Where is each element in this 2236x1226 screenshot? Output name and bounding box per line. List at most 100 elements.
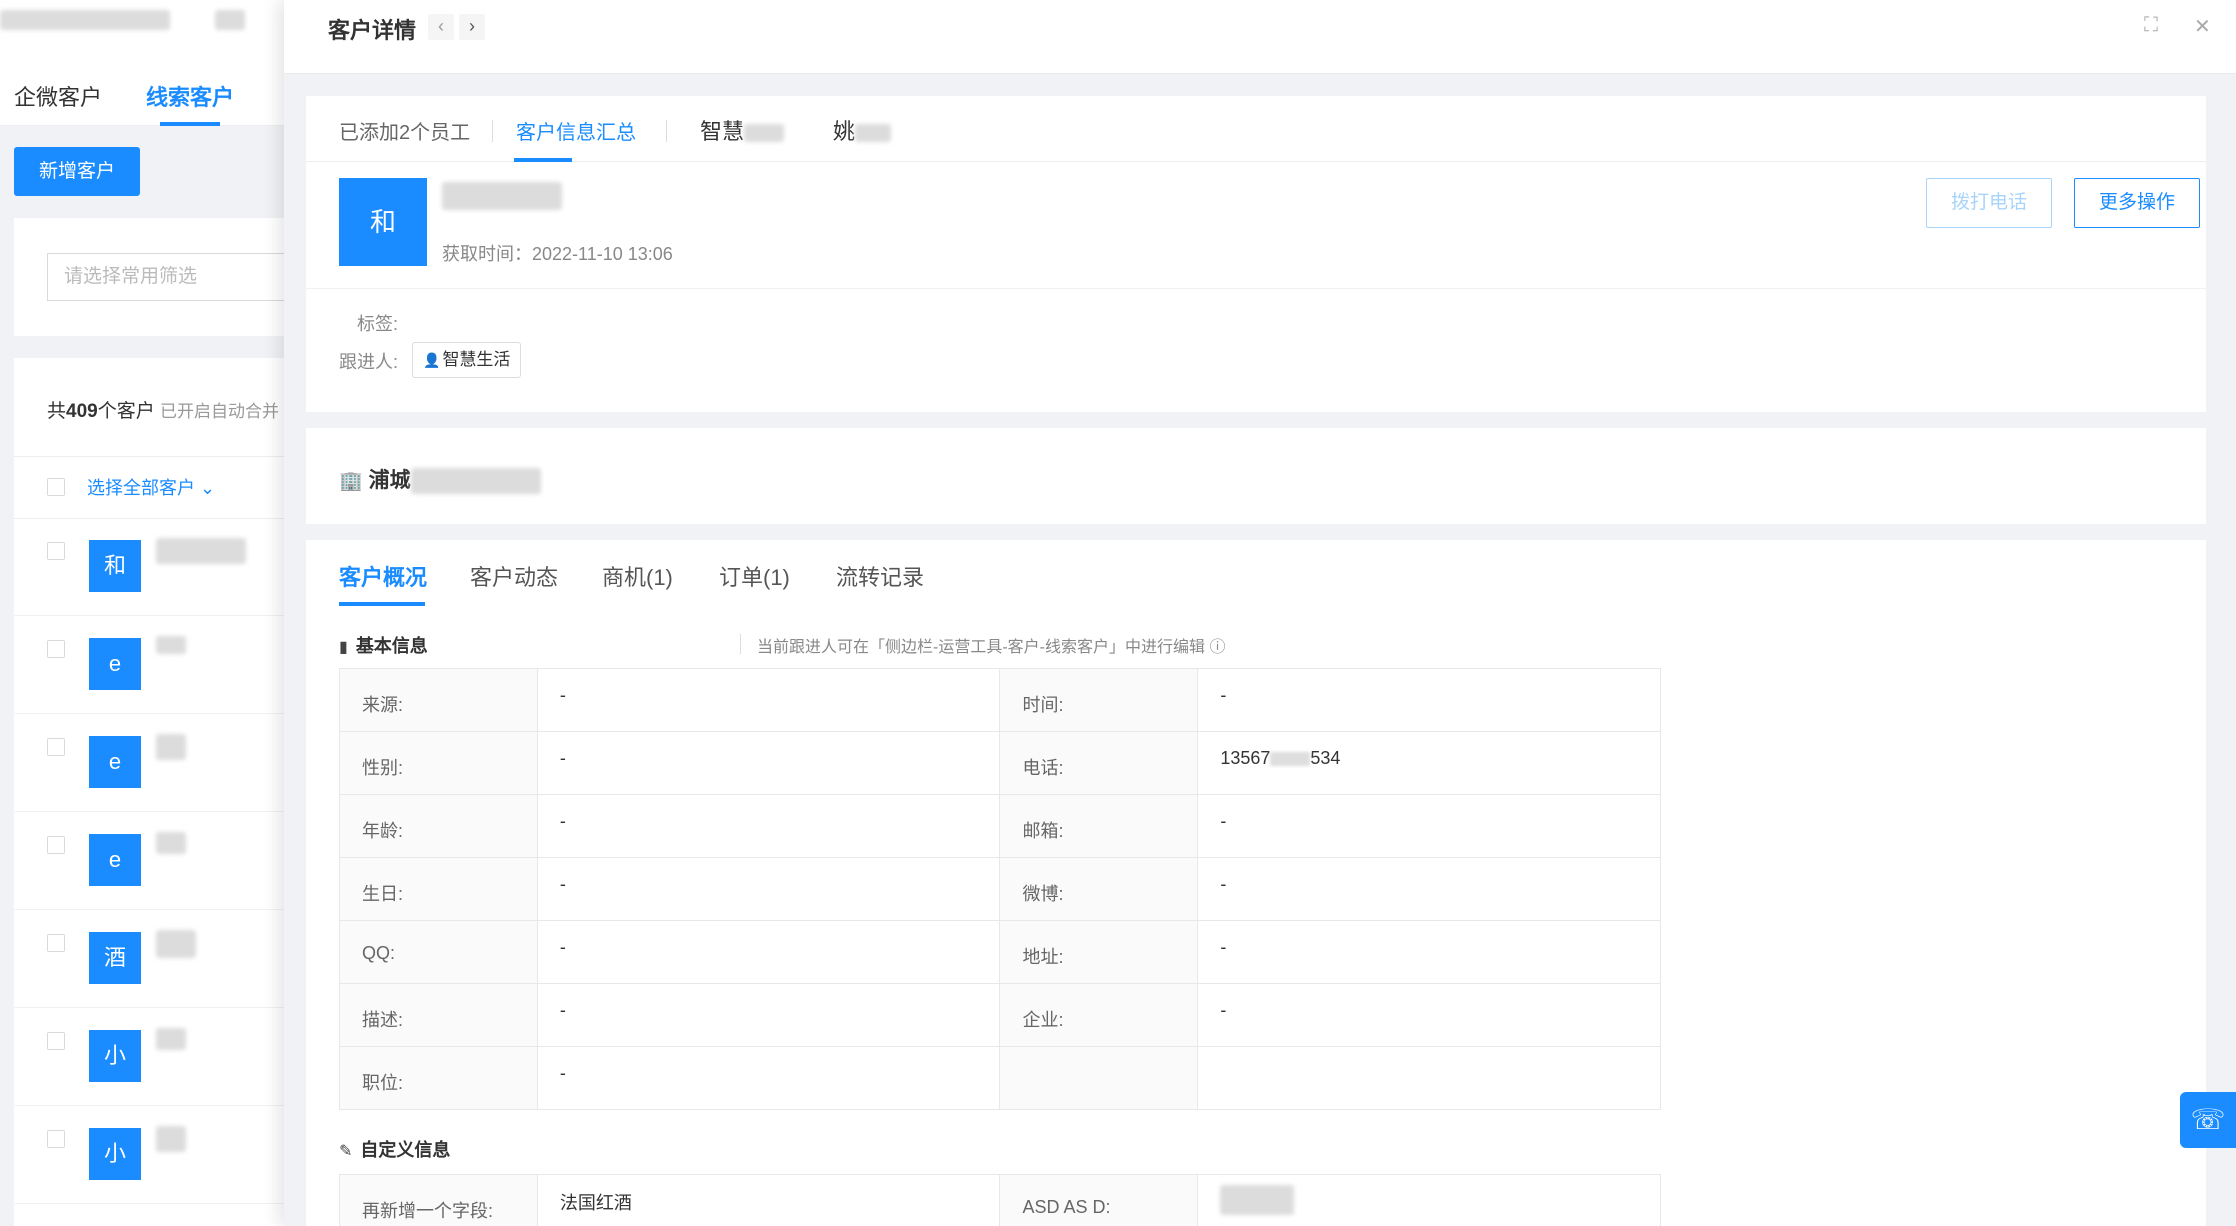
list-item[interactable]: e	[14, 714, 300, 812]
label-gender: 性别:	[339, 731, 538, 795]
label-birthday: 生日:	[339, 857, 538, 921]
label-weibo: 微博:	[999, 857, 1199, 921]
value-phone: 13567 534	[1197, 731, 1661, 795]
table-row: 来源: - 时间: -	[339, 668, 1661, 732]
masked-value	[1220, 1185, 1295, 1215]
tab-employee-2[interactable]: 姚	[833, 114, 892, 146]
row-checkbox[interactable]	[47, 738, 65, 756]
custom-info-table: 再新增一个字段: 法国红酒 ASD AS D:	[339, 1174, 1661, 1226]
avatar: 小	[89, 1128, 141, 1180]
label-phone: 电话:	[999, 731, 1199, 795]
label-custom-field: 再新增一个字段:	[339, 1174, 538, 1226]
tab-wecom-customers[interactable]: 企微客户	[14, 80, 102, 112]
phone-prefix: 13567	[1220, 748, 1271, 768]
value-time: -	[1197, 668, 1661, 732]
masked-digits	[1270, 752, 1311, 767]
employee-1-label: 智慧	[700, 119, 745, 144]
tab-opportunity[interactable]: 商机(1)	[602, 560, 673, 592]
top-bar	[0, 0, 300, 60]
value-address: -	[1197, 920, 1661, 984]
masked-company	[410, 468, 541, 495]
tab-transfer-records[interactable]: 流转记录	[836, 560, 924, 592]
label-asd: ASD AS D:	[999, 1174, 1199, 1226]
avatar: e	[89, 638, 141, 690]
next-customer-icon[interactable]: ›	[459, 14, 485, 40]
label-position: 职位:	[339, 1046, 538, 1110]
customer-name	[156, 538, 246, 564]
active-tab-indicator	[514, 158, 572, 162]
customer-name	[156, 930, 196, 958]
list-item[interactable]: 小	[14, 1008, 300, 1106]
table-row: QQ: - 地址: -	[339, 920, 1661, 984]
masked-name	[855, 124, 892, 143]
follower-tag[interactable]: 👤 智慧生活	[412, 342, 522, 378]
filter-card: 请选择常用筛选	[14, 218, 300, 336]
table-row: 职位: -	[339, 1046, 1661, 1110]
table-row: 描述: - 企业: -	[339, 983, 1661, 1047]
list-item[interactable]: 和	[14, 518, 300, 616]
active-tab-indicator	[339, 602, 425, 606]
row-checkbox[interactable]	[47, 1032, 65, 1050]
label-source: 来源:	[339, 668, 538, 732]
tab-lead-customers[interactable]: 线索客户	[146, 80, 234, 112]
expand-icon[interactable]: ⛶	[2144, 14, 2158, 37]
prev-customer-icon[interactable]: ‹	[428, 14, 454, 40]
close-icon[interactable]: ✕	[2194, 14, 2211, 39]
masked-name	[744, 124, 785, 143]
select-all-label: 选择全部客户	[87, 478, 195, 498]
row-checkbox[interactable]	[47, 836, 65, 854]
follower-name: 智慧生活	[442, 350, 511, 369]
customer-name	[156, 734, 186, 760]
divider	[14, 456, 300, 457]
table-row: 性别: - 电话: 13567 534	[339, 731, 1661, 795]
count-prefix: 共	[47, 401, 67, 422]
user-icon: 👤	[423, 352, 441, 368]
label-qq: QQ:	[339, 920, 538, 984]
detail-card: 客户概况 客户动态 商机(1) 订单(1) 流转记录 ▮ 基本信息 当前跟进人可在…	[306, 540, 2206, 1226]
list-item[interactable]: 酒	[14, 910, 300, 1008]
add-customer-button[interactable]: 新增客户	[14, 147, 140, 196]
customer-type-tabs: 企微客户 线索客户	[0, 60, 300, 126]
customer-summary-card: 已添加2个员工 客户信息汇总 智慧 姚 和 获取时间：2022-11-10 13…	[306, 96, 2206, 412]
label-address: 地址:	[999, 920, 1199, 984]
custom-info-title: 自定义信息	[360, 1140, 451, 1160]
tab-activity[interactable]: 客户动态	[470, 560, 558, 592]
acquired-value: 2022-11-10 13:06	[532, 244, 673, 264]
value-position: -	[536, 1046, 1001, 1110]
tab-info-summary[interactable]: 客户信息汇总	[516, 116, 636, 145]
label-age: 年龄:	[339, 794, 538, 858]
common-filter-select[interactable]: 请选择常用筛选	[47, 253, 300, 301]
active-tab-indicator	[160, 122, 220, 126]
building-icon: 🏢	[339, 471, 363, 492]
tab-overview[interactable]: 客户概况	[339, 560, 427, 592]
question-icon[interactable]: ⓘ	[1209, 639, 1225, 656]
customer-list: 共409个客户 已开启自动合并 选择全部客户 ⌄ 和 e e e 酒 小 小	[14, 358, 300, 1226]
app-logo	[0, 10, 170, 30]
customer-list-page: 企微客户 线索客户 新增客户 请选择常用筛选 共409个客户 已开启自动合并 选…	[0, 0, 300, 1226]
select-all-dropdown[interactable]: 选择全部客户 ⌄	[87, 474, 215, 500]
list-item[interactable]: e	[14, 812, 300, 910]
row-checkbox[interactable]	[47, 934, 65, 952]
row-checkbox[interactable]	[47, 640, 65, 658]
value-description: -	[536, 983, 1001, 1047]
tab-orders[interactable]: 订单(1)	[719, 560, 790, 592]
employee-2-label: 姚	[833, 119, 856, 144]
divider	[666, 120, 667, 142]
avatar: e	[89, 736, 141, 788]
customer-detail-drawer: 客户详情 ‹ › ⛶ ✕ 已添加2个员工 客户信息汇总 智慧 姚 和 获取时间：…	[284, 0, 2236, 1226]
tab-employee-1[interactable]: 智慧	[700, 114, 785, 146]
row-checkbox[interactable]	[47, 542, 65, 560]
tags-label: 标签:	[357, 314, 399, 334]
bookmark-icon: ▮	[339, 639, 348, 656]
list-item[interactable]: e	[14, 616, 300, 714]
list-item[interactable]: 小	[14, 1106, 300, 1204]
label-company: 企业:	[999, 983, 1199, 1047]
customer-support-button[interactable]: ☏	[2180, 1092, 2236, 1148]
call-button[interactable]: 拨打电话	[1926, 178, 2052, 228]
select-all-checkbox[interactable]	[47, 478, 65, 496]
row-checkbox[interactable]	[47, 1130, 65, 1148]
label-email: 邮箱:	[999, 794, 1199, 858]
more-actions-button[interactable]: 更多操作	[2074, 178, 2200, 228]
tab-added-employees[interactable]: 已添加2个员工	[339, 116, 470, 145]
follower-label: 跟进人:	[339, 352, 399, 372]
